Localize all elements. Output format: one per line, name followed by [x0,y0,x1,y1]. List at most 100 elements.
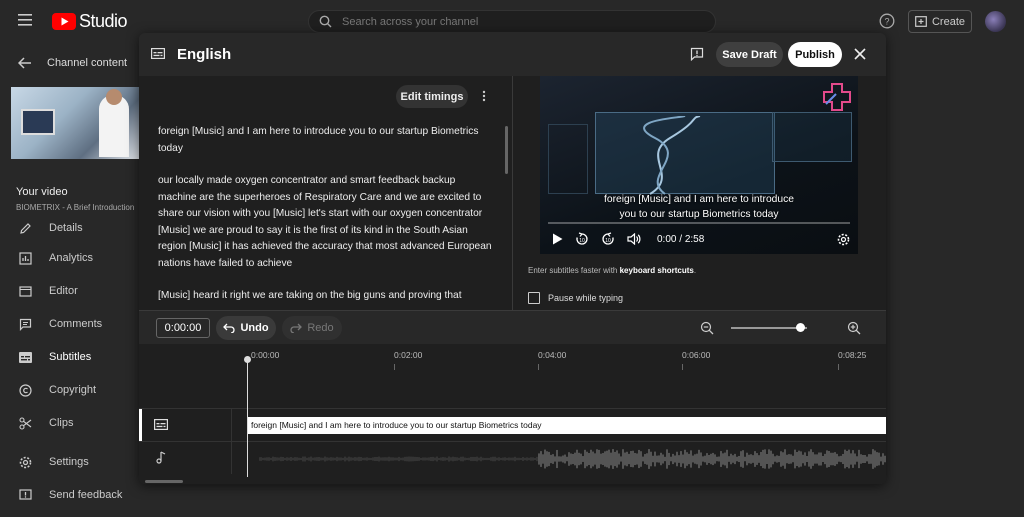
svg-text:10: 10 [605,238,611,244]
more-options-icon[interactable] [482,90,486,102]
forward-10-icon[interactable]: 10 [601,232,615,246]
subtitles-icon [154,419,168,430]
transcript-paragraph: foreign [Music] and I am here to introdu… [158,126,479,154]
logo-text: Studio [79,11,128,31]
back-to-channel-content[interactable]: Channel content [18,57,127,69]
zoom-in-icon[interactable] [847,321,861,335]
publish-button[interactable]: Publish [788,42,842,67]
close-icon[interactable] [853,47,867,61]
caption-segment[interactable]: foreign [Music] and I am here to introdu… [248,417,886,434]
transcript-paragraph: [Music] heard it right we are taking on … [158,290,462,301]
back-label: Channel content [47,57,128,69]
shortcuts-hint: Enter subtitles faster with keyboard sho… [528,266,697,275]
transcript-paragraph: our locally made oxygen concentrator and… [158,175,492,269]
zoom-out-icon[interactable] [700,321,714,335]
video-preview-panel: foreign [Music] and I am here to introdu… [513,76,886,310]
pause-while-typing-option[interactable]: Pause while typing [528,292,623,304]
subtitles-editor-dialog: English Save Draft Publish Edit timings … [139,33,886,484]
keyboard-shortcuts-link[interactable]: keyboard shortcuts [620,266,694,275]
film-icon [18,284,33,299]
comment-icon [18,317,33,332]
pause-while-typing-checkbox[interactable] [528,292,540,304]
arrow-left-icon [18,57,31,69]
transcript-textarea[interactable]: foreign [Music] and I am here to introdu… [158,124,493,310]
redo-button[interactable]: Redo [282,316,342,340]
dialog-header: English Save Draft Publish [139,33,886,76]
your-video-label: Your video [16,186,68,198]
sidebar-item-copyright[interactable]: Copyright [18,381,96,399]
undo-button[interactable]: Undo [216,316,276,340]
ruler-label: 0:04:00 [538,350,567,360]
gear-icon[interactable] [837,233,850,246]
bar-chart-icon [18,251,33,266]
pause-while-typing-label: Pause while typing [548,293,624,303]
music-note-icon [154,451,166,464]
dialog-title: English [177,46,232,63]
sidebar-item-label: Details [49,222,83,234]
svg-text:10: 10 [579,238,585,244]
search-icon [319,15,332,28]
create-label: Create [931,15,966,28]
save-draft-button[interactable]: Save Draft [716,42,783,67]
timestamp-input[interactable] [156,318,210,338]
sidebar-item-label: Copyright [49,384,97,396]
sidebar: Channel content Your video BIOMETRIX - A… [0,43,139,517]
create-button[interactable]: Create [908,10,972,33]
sidebar-item-label: Comments [49,318,103,330]
timeline[interactable]: 0:00:00 0:02:00 0:04:00 0:06:00 0:08:25 … [139,344,886,484]
video-thumbnail[interactable] [11,87,139,159]
playhead[interactable] [247,359,248,477]
sidebar-item-comments[interactable]: Comments [18,315,102,333]
sidebar-item-editor[interactable]: Editor [18,282,78,300]
audio-waveform [259,449,886,469]
dna-graphic [643,116,701,195]
sidebar-item-details[interactable]: Details [18,219,83,237]
video-caption-line: foreign [Music] and I am here to introdu… [603,194,795,205]
studio-logo[interactable]: Studio [52,11,128,32]
video-title: BIOMETRIX - A Brief Introduction [16,203,135,212]
play-icon[interactable] [552,233,563,245]
rewind-10-icon[interactable]: 10 [575,232,589,246]
ruler-label: 0:06:00 [682,350,711,360]
ruler-label: 0:02:00 [394,350,423,360]
ruler-label: 0:00:00 [251,350,280,360]
timeline-scrollbar[interactable] [145,480,183,483]
sidebar-item-label: Editor [49,285,78,297]
help-icon[interactable]: ? [879,13,895,29]
gear-icon [18,455,33,470]
pencil-icon [18,221,33,236]
brand-cross-icon [823,83,851,111]
subtitles-icon [18,350,33,365]
video-controls: 10 10 0:00 / 2:58 [552,232,704,246]
video-progress-bar[interactable] [548,222,850,224]
search-input[interactable] [342,15,682,28]
scissors-icon [18,416,33,431]
sidebar-item-settings[interactable]: Settings [18,453,89,471]
svg-text:?: ? [884,17,889,27]
video-player[interactable]: foreign [Music] and I am here to introdu… [540,76,858,254]
redo-icon [290,323,303,333]
zoom-slider-handle[interactable] [796,323,806,332]
sidebar-item-send-feedback[interactable]: Send feedback [18,486,122,504]
search-bar[interactable] [308,10,716,33]
hamburger-menu-icon[interactable] [18,14,32,26]
edit-timings-button[interactable]: Edit timings [396,85,468,108]
sidebar-item-analytics[interactable]: Analytics [18,249,93,267]
subtitle-track[interactable]: foreign [Music] and I am here to introdu… [139,408,886,442]
subtitles-icon [151,48,165,59]
video-caption-line: you to our startup Biometrics today [619,209,779,220]
volume-icon[interactable] [627,233,641,245]
youtube-logo-icon [52,13,76,30]
transcript-editor: Edit timings foreign [Music] and I am he… [139,76,512,310]
ruler-label: 0:08:25 [838,350,867,360]
sidebar-item-label: Settings [49,456,89,468]
sidebar-item-label: Subtitles [49,351,92,363]
avatar[interactable] [985,11,1006,32]
sidebar-item-label: Analytics [49,252,94,264]
report-issue-icon[interactable] [690,47,704,61]
transcript-scrollbar[interactable] [505,126,508,174]
sidebar-item-clips[interactable]: Clips [18,414,73,432]
timeline-toolbar: Undo Redo [139,310,886,344]
sidebar-item-subtitles[interactable]: Subtitles [18,348,91,366]
sidebar-item-label: Send feedback [49,489,123,501]
